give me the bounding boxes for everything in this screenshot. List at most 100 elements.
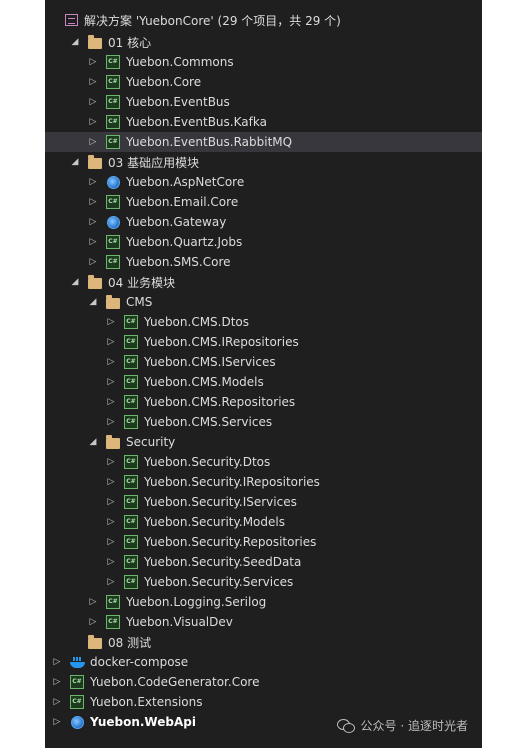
item-label: Yuebon.Security.Services: [144, 575, 294, 589]
project-row[interactable]: ▷ C# Yuebon.CMS.Repositories: [45, 392, 482, 412]
collapsed-chevron-icon[interactable]: ▷: [87, 132, 99, 152]
project-row[interactable]: ▷ C# Yuebon.Security.IServices: [45, 492, 482, 512]
collapsed-chevron-icon[interactable]: ▷: [87, 212, 99, 232]
collapsed-chevron-icon[interactable]: ▷: [87, 252, 99, 272]
project-row[interactable]: ▷ C# Yuebon.CMS.IRepositories: [45, 332, 482, 352]
docker-icon: [69, 654, 85, 670]
project-row[interactable]: ▷ C# Yuebon.Commons: [45, 52, 482, 72]
collapsed-chevron-icon[interactable]: ▷: [105, 512, 117, 532]
expanded-chevron-icon[interactable]: ◢: [87, 432, 99, 452]
expanded-chevron-icon[interactable]: ◢: [87, 292, 99, 312]
project-row[interactable]: ▷ C# Yuebon.Security.SeedData: [45, 552, 482, 572]
collapsed-chevron-icon[interactable]: ▷: [105, 372, 117, 392]
project-row[interactable]: ▷ C# Yuebon.Security.Dtos: [45, 452, 482, 472]
collapsed-chevron-icon[interactable]: ▷: [51, 712, 63, 732]
folder-row[interactable]: ◢ CMS: [45, 292, 482, 312]
csharp-project-icon: C#: [123, 314, 139, 330]
folder-icon: [105, 434, 121, 450]
collapsed-chevron-icon[interactable]: ▷: [51, 652, 63, 672]
project-row[interactable]: ▷ C# Yuebon.EventBus.Kafka: [45, 112, 482, 132]
collapsed-chevron-icon[interactable]: ▷: [105, 572, 117, 592]
folder-row[interactable]: ◢ Security: [45, 432, 482, 452]
csharp-project-icon: C#: [123, 454, 139, 470]
project-row[interactable]: ▷ C# Yuebon.CodeGenerator.Core: [45, 672, 482, 692]
project-row[interactable]: ▷ C# Yuebon.CMS.Models: [45, 372, 482, 392]
collapsed-chevron-icon[interactable]: ▷: [105, 552, 117, 572]
collapsed-chevron-icon[interactable]: ▷: [105, 332, 117, 352]
project-row[interactable]: ▷ C# Yuebon.Core: [45, 72, 482, 92]
collapsed-chevron-icon[interactable]: ▷: [87, 112, 99, 132]
collapsed-chevron-icon[interactable]: ▷: [105, 312, 117, 332]
project-row[interactable]: ▷ C# Yuebon.Security.Repositories: [45, 532, 482, 552]
project-row[interactable]: ▷ C# Yuebon.Security.IRepositories: [45, 472, 482, 492]
item-label: Yuebon.Commons: [126, 55, 234, 69]
csharp-project-icon: C#: [123, 414, 139, 430]
item-label: 01 核心: [108, 35, 152, 50]
csharp-project-icon: C#: [105, 54, 121, 70]
item-label: Yuebon.CMS.Repositories: [144, 395, 296, 409]
project-row[interactable]: ▷ docker-compose: [45, 652, 482, 672]
project-row[interactable]: ▷ C# Yuebon.Email.Core: [45, 192, 482, 212]
project-row[interactable]: ▷ C# Yuebon.Extensions: [45, 692, 482, 712]
collapsed-chevron-icon[interactable]: ▷: [105, 452, 117, 472]
folder-row[interactable]: ◢ 03 基础应用模块: [45, 152, 482, 172]
collapsed-chevron-icon[interactable]: ▷: [105, 352, 117, 372]
item-label: Yuebon.CMS.Services: [144, 415, 273, 429]
web-project-icon: [105, 174, 121, 190]
csharp-project-icon: C#: [105, 74, 121, 90]
collapsed-chevron-icon[interactable]: ▷: [87, 52, 99, 72]
item-label: Yuebon.WebApi: [90, 715, 196, 729]
project-row[interactable]: ▷ C# Yuebon.EventBus: [45, 92, 482, 112]
expanded-chevron-icon[interactable]: ◢: [69, 272, 81, 292]
folder-icon: [105, 294, 121, 310]
csharp-project-icon: C#: [123, 394, 139, 410]
item-label: Yuebon.CMS.IServices: [144, 355, 276, 369]
project-row[interactable]: ▷ C# Yuebon.CMS.Services: [45, 412, 482, 432]
collapsed-chevron-icon[interactable]: ▷: [51, 672, 63, 692]
folder-row[interactable]: ◢ 01 核心: [45, 32, 482, 52]
csharp-project-icon: C#: [105, 594, 121, 610]
project-row[interactable]: ▷ C# Yuebon.Security.Models: [45, 512, 482, 532]
csharp-project-icon: C#: [123, 494, 139, 510]
collapsed-chevron-icon[interactable]: ▷: [87, 172, 99, 192]
collapsed-chevron-icon[interactable]: ▷: [87, 192, 99, 212]
csharp-project-icon: C#: [123, 574, 139, 590]
collapsed-chevron-icon[interactable]: ▷: [87, 232, 99, 252]
collapsed-chevron-icon[interactable]: ▷: [105, 472, 117, 492]
item-label: Yuebon.Security.SeedData: [144, 555, 302, 569]
project-row[interactable]: ▷ C# Yuebon.SMS.Core: [45, 252, 482, 272]
project-row[interactable]: ▷ C# Yuebon.Quartz.Jobs: [45, 232, 482, 252]
collapsed-chevron-icon[interactable]: ▷: [105, 532, 117, 552]
project-row[interactable]: ▷ C# Yuebon.CMS.IServices: [45, 352, 482, 372]
project-row[interactable]: ▷ Yuebon.Gateway: [45, 212, 482, 232]
collapsed-chevron-icon[interactable]: ▷: [105, 492, 117, 512]
expanded-chevron-icon[interactable]: ◢: [69, 152, 81, 172]
folder-row[interactable]: 08 测试: [45, 632, 482, 652]
wechat-icon: [336, 718, 355, 733]
project-row[interactable]: ▷ C# Yuebon.VisualDev: [45, 612, 482, 632]
item-label: Yuebon.Security.Models: [144, 515, 285, 529]
collapsed-chevron-icon[interactable]: ▷: [87, 612, 99, 632]
project-row[interactable]: ▷ C# Yuebon.EventBus.RabbitMQ: [45, 132, 482, 152]
csharp-project-icon: C#: [105, 114, 121, 130]
expanded-chevron-icon[interactable]: ◢: [69, 32, 81, 52]
item-label: Yuebon.Email.Core: [126, 195, 239, 209]
solution-explorer-panel: 解决方案 'YuebonCore' (29 个项目，共 29 个) ◢ 01 核心…: [45, 0, 482, 748]
csharp-project-icon: C#: [123, 514, 139, 530]
solution-root[interactable]: 解决方案 'YuebonCore' (29 个项目，共 29 个): [45, 10, 482, 30]
collapsed-chevron-icon[interactable]: ▷: [87, 592, 99, 612]
collapsed-chevron-icon[interactable]: ▷: [105, 412, 117, 432]
project-row[interactable]: ▷ Yuebon.AspNetCore: [45, 172, 482, 192]
project-row[interactable]: ▷ C# Yuebon.Logging.Serilog: [45, 592, 482, 612]
project-row[interactable]: ▷ C# Yuebon.Security.Services: [45, 572, 482, 592]
collapsed-chevron-icon[interactable]: ▷: [51, 692, 63, 712]
web-project-icon: [105, 214, 121, 230]
collapsed-chevron-icon[interactable]: ▷: [105, 392, 117, 412]
csharp-project-icon: C#: [123, 554, 139, 570]
item-label: CMS: [126, 295, 153, 309]
project-row[interactable]: ▷ C# Yuebon.CMS.Dtos: [45, 312, 482, 332]
folder-row[interactable]: ◢ 04 业务模块: [45, 272, 482, 292]
collapsed-chevron-icon[interactable]: ▷: [87, 92, 99, 112]
collapsed-chevron-icon[interactable]: ▷: [87, 72, 99, 92]
csharp-project-icon: C#: [123, 334, 139, 350]
